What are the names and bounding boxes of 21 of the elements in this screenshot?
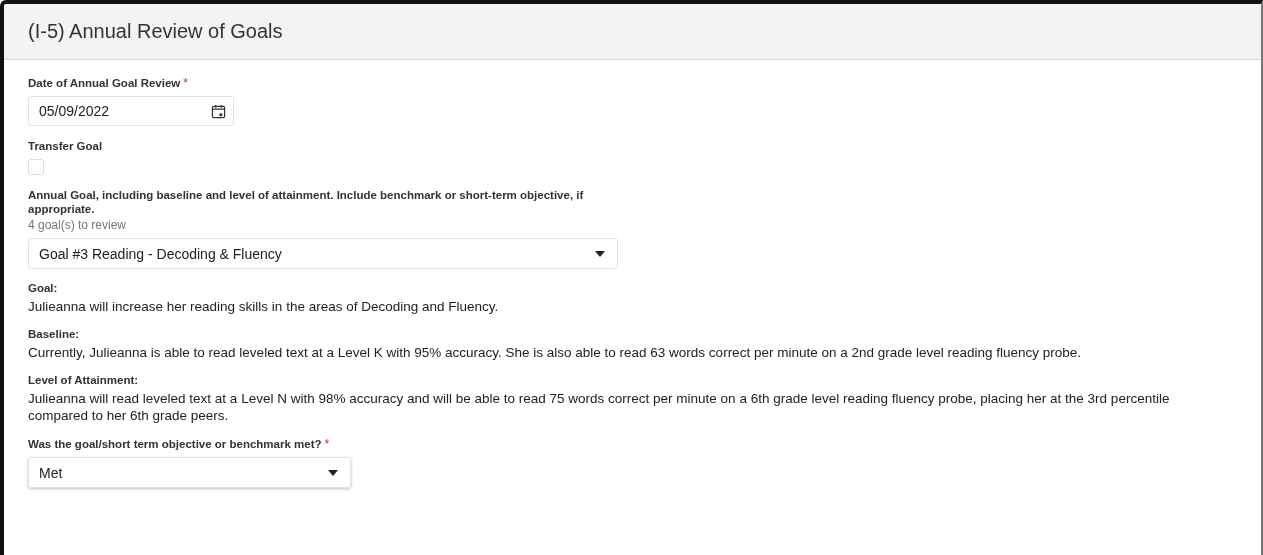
detail-label: Goal: <box>28 281 58 295</box>
detail-label: Baseline: <box>28 327 80 341</box>
detail-text: Julieanna will increase her reading skills in the areas of Decoding and Fluency. <box>28 298 500 315</box>
field-hint: 4 goal(s) to review <box>28 218 128 232</box>
goal-dropdown[interactable]: Goal #3 Reading - Decoding & Fluency <box>28 238 618 269</box>
detail-text: Julieanna will read leveled text at a Level N with 98% accuracy and will be able to read 75 words correct per minute on a 6th grade level reading fluency probe, placing her at the 3rd percentile compared to her 6th grade peers. <box>28 390 1171 424</box>
date-field[interactable]: 05/09/2022 <box>28 96 234 126</box>
transfer-goal-checkbox[interactable] <box>28 159 44 175</box>
caret-icon <box>595 250 605 257</box>
panel-title: (I-5) Annual Review of Goals <box>28 20 283 43</box>
calendar-icon[interactable] <box>211 103 226 119</box>
caret-icon <box>328 469 338 476</box>
goal-met-dropdown[interactable]: Met <box>28 457 351 488</box>
detail-text: Currently, Julieanna is able to read leveled text at a Level K with 95% accuracy. She is also able to read 63 words correct per minute on a 2nd grade level reading fluency probe. <box>28 344 1083 361</box>
field-label: Transfer Goal <box>28 139 103 153</box>
field-label: Was the goal/short term objective or benchmark met? <box>28 437 322 451</box>
field-label: Annual Goal, including baseline and level of attainment. Include benchmark or short-term objective, if appropriate. <box>28 188 585 216</box>
detail-label: Level of Attainment: <box>28 373 139 387</box>
required-asterisk: * <box>183 76 188 90</box>
required-asterisk: * <box>324 437 330 451</box>
field-label: Date of Annual Goal Review <box>28 76 181 90</box>
